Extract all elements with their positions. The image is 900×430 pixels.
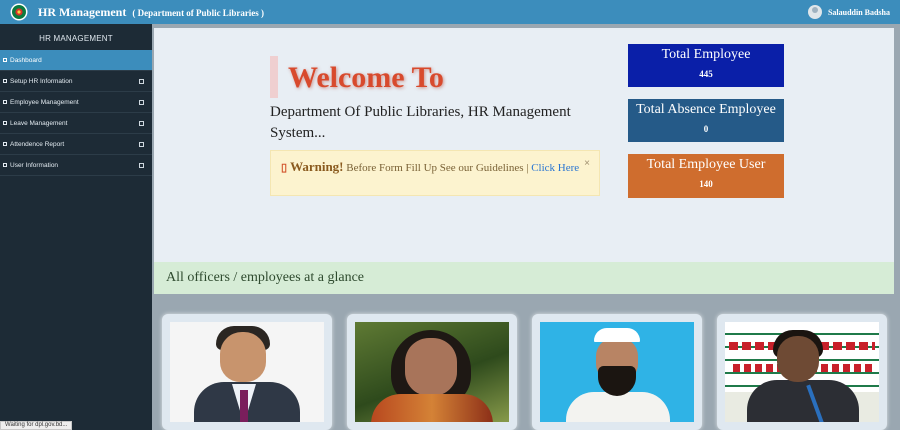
employee-photo — [355, 322, 509, 422]
settings-icon — [3, 79, 7, 83]
stat-label: Total Absence Employee — [636, 102, 776, 117]
employee-card[interactable] — [717, 314, 887, 430]
stat-value: 140 — [699, 179, 713, 189]
stat-total-employee-user[interactable]: Total Employee User 140 — [628, 154, 784, 198]
expand-icon — [139, 162, 144, 168]
user-menu[interactable]: Salauddin Badsha — [807, 0, 890, 24]
sidebar-item-employee-management[interactable]: Employee Management — [0, 92, 152, 113]
sidebar-item-label: User Information — [10, 161, 59, 169]
glance-heading: All officers / employees at a glance — [154, 262, 894, 294]
employee-photo — [170, 322, 324, 422]
sidebar-item-user-information[interactable]: User Information — [0, 155, 152, 176]
user-name: Salauddin Badsha — [827, 7, 890, 17]
welcome-subtitle: Department Of Public Libraries, HR Manag… — [270, 104, 571, 141]
department-subtitle: ( Department of Public Libraries ) — [132, 7, 265, 18]
calendar-icon — [3, 121, 7, 125]
user-icon — [3, 163, 7, 167]
welcome-panel: Welcome To Department Of Public Librarie… — [154, 28, 894, 262]
stat-total-employee[interactable]: Total Employee 445 — [628, 44, 784, 87]
stat-label: Total Employee — [661, 47, 751, 62]
employee-cards — [162, 314, 900, 430]
warning-text: Before Form Fill Up See our Guidelines — [346, 162, 524, 174]
expand-icon — [139, 78, 144, 84]
employee-photo — [540, 322, 694, 422]
warning-icon: ▯ — [281, 162, 288, 174]
warning-separator: | — [526, 162, 529, 174]
dashboard-icon — [3, 58, 7, 62]
employee-card[interactable] — [347, 314, 517, 430]
sidebar-item-label: Leave Management — [10, 119, 68, 127]
stat-total-absence-employee[interactable]: Total Absence Employee 0 — [628, 99, 784, 142]
app-title-text: HR Management — [38, 4, 127, 19]
user-avatar-icon — [807, 5, 822, 19]
sidebar-item-label: Setup HR Information — [10, 77, 73, 85]
main-content: Welcome To Department Of Public Librarie… — [152, 24, 900, 430]
bangladesh-emblem-icon[interactable] — [6, 0, 32, 24]
employee-card[interactable] — [532, 314, 702, 430]
stat-value: 445 — [699, 69, 713, 79]
warning-alert: ▯ Warning! Before Form Fill Up See our Gu… — [270, 150, 600, 196]
expand-icon — [139, 120, 144, 126]
sidebar-item-label: Attendence Report — [10, 140, 65, 148]
top-bar: HR Management ( Department of Public Lib… — [0, 0, 900, 24]
users-icon — [3, 100, 7, 104]
report-icon — [3, 142, 7, 146]
sidebar-item-setup-hr-information[interactable]: Setup HR Information — [0, 71, 152, 92]
sidebar-item-dashboard[interactable]: Dashboard — [0, 50, 152, 71]
welcome-title: Welcome To — [270, 56, 444, 98]
close-icon[interactable]: × — [584, 155, 590, 172]
warning-heading: Warning! — [290, 159, 344, 174]
sidebar-item-label: Employee Management — [10, 98, 79, 106]
guidelines-link[interactable]: Click Here — [531, 162, 579, 174]
sidebar-item-leave-management[interactable]: Leave Management — [0, 113, 152, 134]
sidebar: HR MANAGEMENT Dashboard Setup HR Informa… — [0, 24, 152, 430]
expand-icon — [139, 99, 144, 105]
sidebar-item-attendence-report[interactable]: Attendence Report — [0, 134, 152, 155]
sidebar-item-label: Dashboard — [10, 56, 42, 64]
app-title[interactable]: HR Management ( Department of Public Lib… — [38, 5, 264, 20]
browser-status-bar: Waiting for dpl.gov.bd... — [0, 421, 73, 430]
stat-label: Total Employee User — [646, 157, 766, 172]
expand-icon — [139, 141, 144, 147]
employee-photo — [725, 322, 879, 422]
stat-value: 0 — [703, 124, 709, 134]
sidebar-heading: HR MANAGEMENT — [39, 34, 113, 43]
employee-card[interactable] — [162, 314, 332, 430]
